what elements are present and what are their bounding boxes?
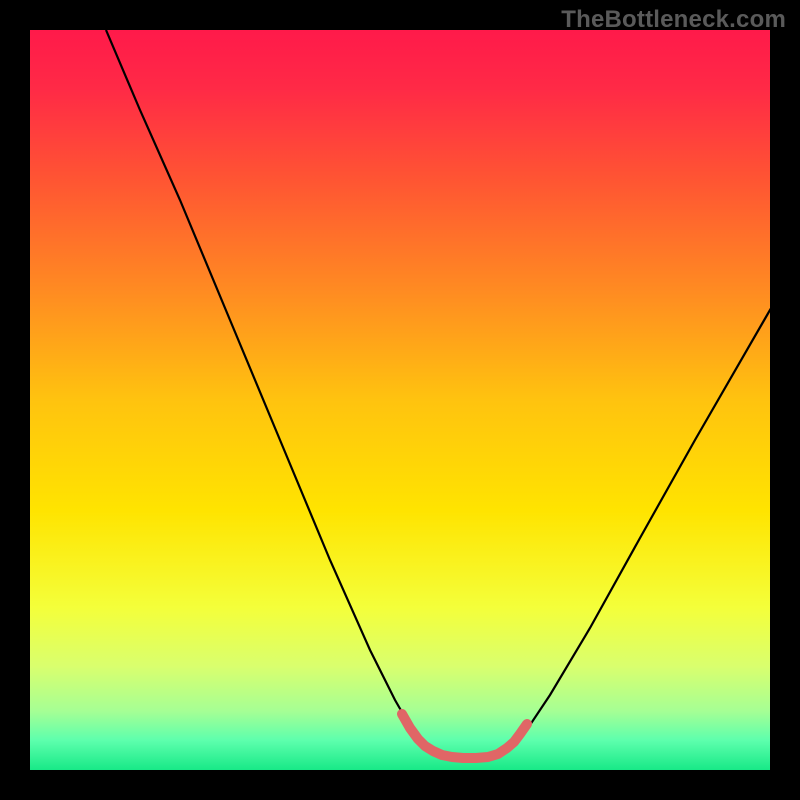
plot-area [30,30,770,770]
chart-svg [30,30,770,770]
chart-frame: TheBottleneck.com [0,0,800,800]
gradient-background [30,30,770,770]
